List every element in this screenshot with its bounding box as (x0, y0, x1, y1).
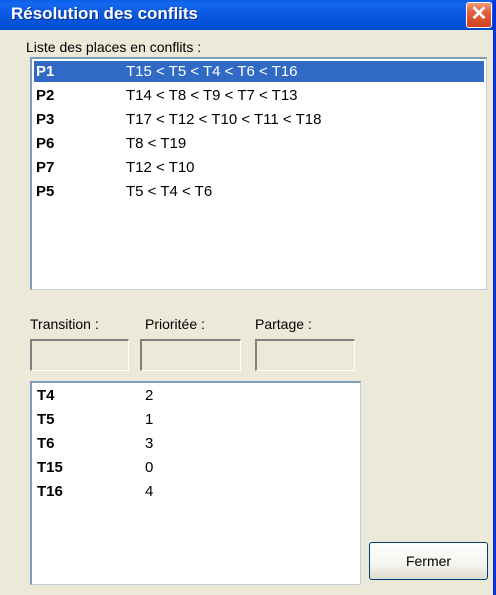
transition-name: T16 (37, 483, 63, 500)
place-row[interactable]: P2 T14 < T8 < T9 < T7 < T13 (34, 85, 484, 106)
close-icon[interactable]: ✕ (466, 2, 492, 28)
transitions-list[interactable]: T4 2 T5 1 T6 3 T15 0 T16 4 (30, 381, 361, 585)
window-title: Résolution des conflits (11, 4, 199, 23)
share-field[interactable] (255, 339, 355, 371)
place-name: P1 (36, 63, 55, 80)
title-bar[interactable]: Résolution des conflits ✕ (0, 0, 493, 30)
place-sequence: T12 < T10 (126, 159, 195, 176)
transition-priority: 3 (145, 435, 154, 452)
place-sequence: T8 < T19 (126, 135, 187, 152)
dialog-window: Résolution des conflits ✕ Liste des plac… (0, 0, 496, 595)
place-row[interactable]: P3 T17 < T12 < T10 < T11 < T18 (34, 109, 484, 130)
transition-row[interactable]: T16 4 (34, 481, 334, 502)
place-row[interactable]: P5 T5 < T4 < T6 (34, 181, 484, 202)
place-sequence: T15 < T5 < T4 < T6 < T16 (126, 63, 298, 80)
transition-priority: 2 (145, 387, 154, 404)
priority-field[interactable] (140, 339, 241, 371)
transition-priority: 0 (145, 459, 154, 476)
transition-name: T4 (37, 387, 55, 404)
transition-field[interactable] (30, 339, 129, 371)
transition-label: Transition : (30, 316, 99, 332)
transition-row[interactable]: T4 2 (34, 385, 334, 406)
places-list-label: Liste des places en conflits : (26, 39, 202, 55)
place-sequence: T17 < T12 < T10 < T11 < T18 (126, 111, 322, 128)
transition-priority: 4 (145, 483, 154, 500)
place-row[interactable]: P7 T12 < T10 (34, 157, 484, 178)
share-label: Partage : (255, 316, 312, 332)
transition-row[interactable]: T5 1 (34, 409, 334, 430)
transition-row[interactable]: T15 0 (34, 457, 334, 478)
transition-priority: 1 (145, 411, 154, 428)
priority-label: Prioritée : (145, 316, 205, 332)
transition-name: T6 (37, 435, 55, 452)
transition-name: T15 (37, 459, 63, 476)
place-sequence: T5 < T4 < T6 (126, 183, 213, 200)
place-name: P3 (36, 111, 55, 128)
place-name: P2 (36, 87, 55, 104)
transition-name: T5 (37, 411, 55, 428)
place-name: P5 (36, 183, 55, 200)
transition-row[interactable]: T6 3 (34, 433, 334, 454)
places-list[interactable]: P1 T15 < T5 < T4 < T6 < T16 P2 T14 < T8 < T… (30, 57, 487, 290)
place-sequence: T14 < T8 < T9 < T7 < T13 (126, 87, 298, 104)
close-button[interactable]: Fermer (369, 542, 488, 580)
place-name: P7 (36, 159, 55, 176)
place-row[interactable]: P1 T15 < T5 < T4 < T6 < T16 (34, 61, 484, 82)
place-name: P6 (36, 135, 55, 152)
place-row[interactable]: P6 T8 < T19 (34, 133, 484, 154)
